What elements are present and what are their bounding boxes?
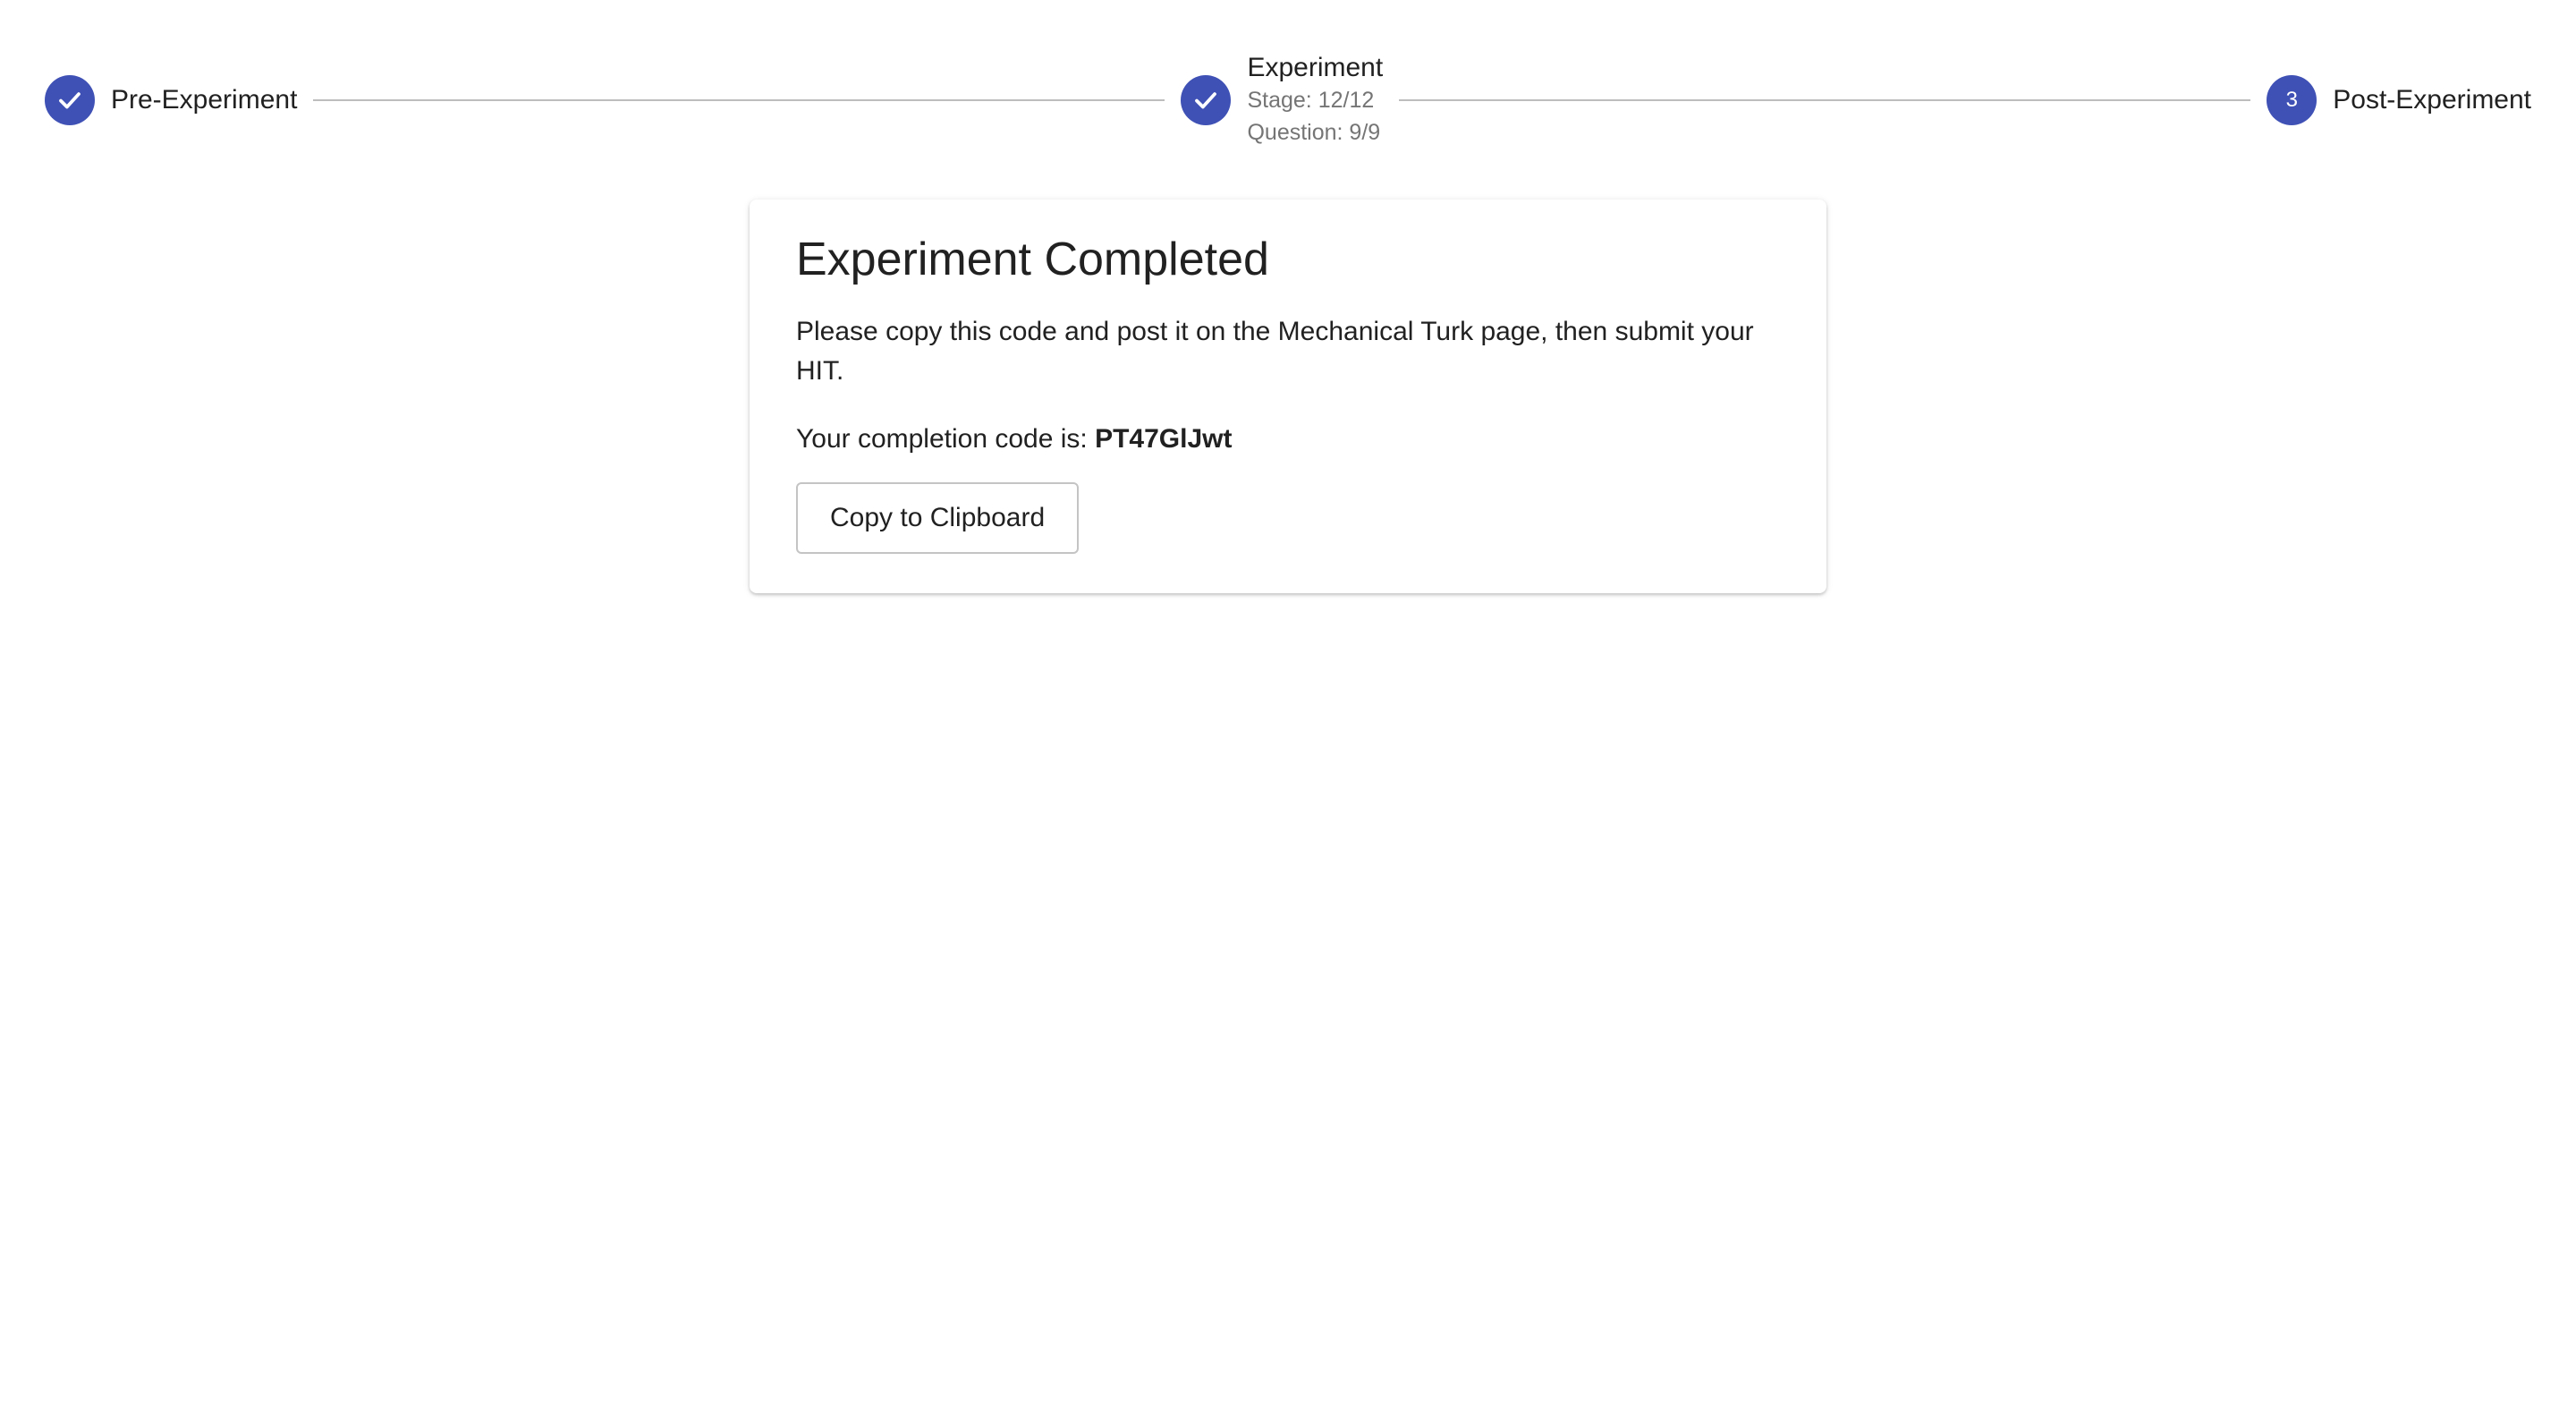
step-post-experiment: 3 Post-Experiment [2267,75,2531,125]
instructions-text: Please copy this code and post it on the… [796,317,1754,386]
question-progress: Question: 9/9 [1247,120,1381,145]
step-connector [313,99,1165,101]
step-number: 3 [2285,88,2298,112]
step-label: Pre-Experiment [111,85,298,115]
step-pre-experiment: Pre-Experiment [45,75,297,125]
completion-code-label: Your completion code is: [796,424,1096,454]
step-experiment: Experiment Stage: 12/12 Question: 9/9 [1181,52,1383,149]
check-icon [1181,75,1232,125]
completion-card: Experiment Completed Please copy this co… [750,200,1826,593]
step-label: Experiment [1247,53,1384,82]
completion-code-line: Your completion code is: PT47GlJwt [796,420,1780,459]
completion-code: PT47GlJwt [1095,424,1233,454]
step-connector [1399,99,2251,101]
copy-to-clipboard-button[interactable]: Copy to Clipboard [796,482,1080,554]
check-icon [45,75,95,125]
step-label: Post-Experiment [2333,85,2532,115]
step-number-badge: 3 [2267,75,2318,125]
card-title: Experiment Completed [796,234,1269,285]
stage-progress: Stage: 12/12 [1247,88,1375,113]
page: Pre-Experiment Experiment Stage: 12/12 Q… [0,0,2576,1428]
progress-stepper: Pre-Experiment Experiment Stage: 12/12 Q… [45,47,2531,154]
